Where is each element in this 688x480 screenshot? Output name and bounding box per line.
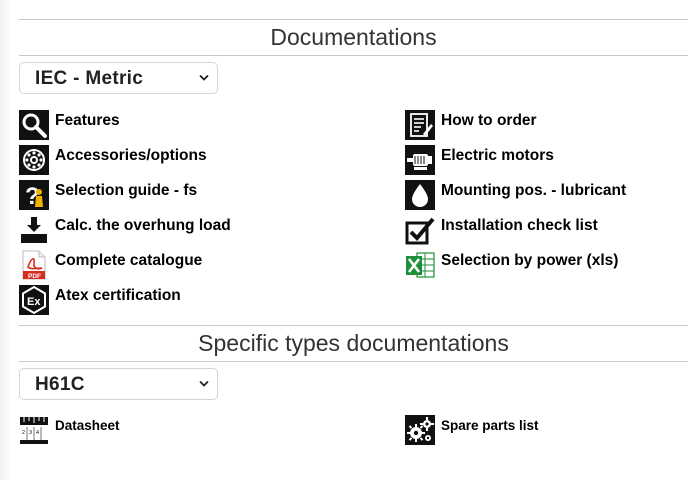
doc-link-accessories[interactable]: Accessories/options	[19, 145, 207, 175]
doc-link-label: Atex certification	[55, 287, 181, 304]
standard-select-value: IEC - Metric	[35, 68, 144, 89]
doc-link-overhung-load[interactable]: Calc. the overhung load	[19, 215, 231, 245]
bearing-icon	[19, 145, 49, 175]
doc-link-electric-motors[interactable]: Electric motors	[405, 145, 554, 175]
doc-link-features[interactable]: Features	[19, 110, 120, 140]
type-doc-link-spare-parts[interactable]: Spare parts list	[405, 415, 539, 445]
doc-link-catalogue[interactable]: PDF Complete catalogue	[19, 250, 202, 280]
standard-select[interactable]: IEC - Metric	[19, 62, 218, 94]
specific-title-rule	[19, 361, 688, 362]
doc-link-selection-by-power[interactable]: Selection by power (xls)	[405, 250, 618, 280]
doc-link-label: Mounting pos. - lubricant	[441, 182, 627, 199]
doc-link-label: Calc. the overhung load	[55, 217, 231, 234]
order-form-icon	[405, 110, 435, 140]
checkbox-icon	[405, 215, 435, 245]
svg-text:3: 3	[29, 430, 32, 436]
page-edge-shade	[0, 0, 12, 480]
doc-link-mounting-lubricant[interactable]: Mounting pos. - lubricant	[405, 180, 626, 210]
doc-link-label: Selection guide - fs	[55, 182, 198, 199]
doc-link-label: Installation check list	[441, 217, 598, 234]
specific-title: Specific types documentations	[198, 330, 509, 356]
svg-text:4: 4	[36, 430, 39, 436]
doc-link-label: Complete catalogue	[55, 252, 203, 269]
magnifier-icon	[19, 110, 49, 140]
question-person-icon: ?	[19, 180, 49, 210]
excel-icon	[406, 252, 435, 278]
doc-link-label: Features	[55, 112, 120, 129]
datasheet-icon: 2 3 4	[19, 415, 49, 445]
doc-link-label: Accessories/options	[55, 147, 207, 164]
doc-link-label: Datasheet	[55, 417, 120, 433]
chevron-down-icon	[199, 380, 209, 387]
doc-link-selection-guide[interactable]: ? Selection guide - fs	[19, 180, 197, 210]
type-doc-link-datasheet[interactable]: 2 3 4 Datasheet	[19, 415, 120, 445]
documentations-title: Documentations	[270, 24, 437, 50]
atex-icon: Ex	[19, 285, 49, 315]
specific-top-rule	[19, 325, 688, 326]
doc-link-label: Selection by power (xls)	[441, 252, 619, 269]
doc-link-label: Electric motors	[441, 147, 554, 164]
pdf-icon: PDF	[22, 250, 46, 280]
svg-text:PDF: PDF	[28, 273, 41, 280]
type-select-value: H61C	[35, 374, 85, 395]
doc-link-label: Spare parts list	[441, 417, 539, 433]
chevron-down-icon	[199, 74, 209, 81]
svg-text:2: 2	[22, 430, 25, 436]
load-arrow-icon	[19, 215, 49, 245]
doc-link-how-to-order[interactable]: How to order	[405, 110, 537, 140]
doc-link-atex[interactable]: Ex Atex certification	[19, 285, 181, 315]
section-title-rule	[19, 55, 688, 56]
gears-icon	[405, 415, 435, 445]
svg-text:Ex: Ex	[27, 296, 41, 308]
electric-motor-icon	[405, 145, 435, 175]
type-select[interactable]: H61C	[19, 368, 218, 400]
section-top-rule	[19, 19, 688, 20]
oil-drop-icon	[405, 180, 435, 210]
doc-link-label: How to order	[441, 112, 537, 129]
doc-link-installation-checklist[interactable]: Installation check list	[405, 215, 598, 245]
